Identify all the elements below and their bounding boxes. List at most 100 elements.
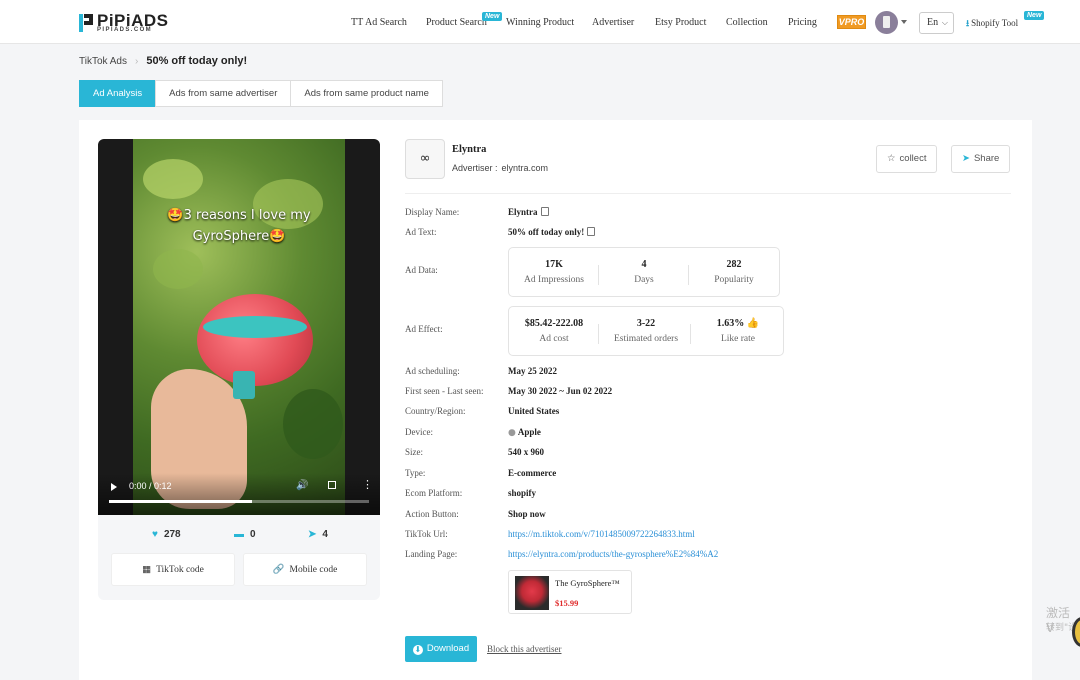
ad-impressions-metric: 17K Ad Impressions <box>509 248 599 296</box>
more-options-icon[interactable]: ⋮ <box>362 478 373 491</box>
platform-value: shopify <box>508 488 537 498</box>
tab-same-advertiser[interactable]: Ads from same advertiser <box>155 80 292 107</box>
mobile-code-button[interactable]: 🔗 Mobile code <box>243 553 367 586</box>
advertiser-domain[interactable]: elyntra.com <box>502 163 549 173</box>
download-button[interactable]: ⬇ Download <box>405 636 477 662</box>
video-frame <box>133 139 345 515</box>
comments-stat: ▬ 0 <box>234 529 256 540</box>
apple-icon: ● <box>508 428 516 438</box>
country-value: United States <box>508 406 560 416</box>
mobile-code-label: Mobile code <box>289 565 338 575</box>
nav-pricing[interactable]: Pricing <box>788 17 817 28</box>
copy-icon[interactable] <box>587 227 596 236</box>
type-value: E-commerce <box>508 468 557 478</box>
caption-line-2: GyroSphere🤩 <box>192 229 286 244</box>
thumbs-up-icon: 👍 <box>746 318 760 329</box>
estimated-orders-metric: 3-22 Estimated orders <box>601 307 691 355</box>
qr-code-icon: ▦ <box>142 564 152 575</box>
user-avatar[interactable] <box>875 11 898 34</box>
product-thumbnail <box>515 576 549 610</box>
video-caption: 🤩3 reasons I love my GyroSphere🤩 <box>98 205 380 247</box>
volume-icon[interactable]: 🔊 <box>296 480 308 491</box>
advertiser-domain-row: Advertiser : elyntra.com <box>452 163 548 173</box>
link-icon: 🔗 <box>272 564 285 575</box>
share-arrow-icon: ➤ <box>308 529 317 540</box>
nav-collection[interactable]: Collection <box>726 17 768 28</box>
caption-line-1: 🤩3 reasons I love my <box>167 208 311 223</box>
chevron-down-icon: ⌵ <box>941 18 948 27</box>
block-advertiser-link[interactable]: Block this advertiser <box>487 644 561 654</box>
advertiser-logo[interactable]: ∞ <box>405 139 445 179</box>
shopify-tool-link[interactable]: ⭳ Shopify Tool <box>966 16 1018 32</box>
ad-text-label: Ad Text: <box>405 227 437 237</box>
video-progress-fill <box>109 500 252 503</box>
nav-winning-product[interactable]: Winning Product <box>506 17 574 28</box>
breadcrumb-root[interactable]: TikTok Ads <box>79 56 127 67</box>
breadcrumb-separator: › <box>134 56 139 67</box>
shares-count: 4 <box>322 529 328 540</box>
display-name-label: Display Name: <box>405 207 460 217</box>
ad-effect-box: $85.42-222.08 Ad cost 3-22 Estimated order… <box>508 306 784 356</box>
ad-data-label: Ad Data: <box>405 265 438 275</box>
action-button-value: Shop now <box>508 509 546 519</box>
video-time: 0:00 / 0:12 <box>129 481 172 491</box>
logo-mark-icon <box>79 14 93 32</box>
ad-cost-metric: $85.42-222.08 Ad cost <box>509 307 599 355</box>
shopify-tool-label: Shopify Tool <box>971 18 1019 28</box>
device-value: ● Apple <box>508 427 541 438</box>
ad-data-box: 17K Ad Impressions 4 Days 282 Popularity <box>508 247 780 297</box>
analysis-tabs: Ad Analysis Ads from same advertiser Ads… <box>79 80 443 107</box>
landing-page-link[interactable]: https://elyntra.com/products/the-gyrosph… <box>508 549 718 559</box>
tiktok-url-link[interactable]: https://m.tiktok.com/v/71014850097222648… <box>508 529 695 539</box>
collect-label: collect <box>899 153 927 164</box>
display-name-value: Elyntra <box>508 207 549 217</box>
download-icon: ⭳ <box>966 18 970 28</box>
language-select[interactable]: En ⌵ <box>919 12 954 34</box>
send-icon: ➤ <box>962 153 970 164</box>
download-icon: ⬇ <box>412 645 423 655</box>
size-value: 540 x 960 <box>508 447 544 457</box>
likes-count: 278 <box>163 529 181 540</box>
breadcrumb: TikTok Ads › 50% off today only! <box>79 55 247 67</box>
tiktok-url-label: TikTok Url: <box>405 529 448 539</box>
fullscreen-icon[interactable] <box>328 481 336 489</box>
seen-label: First seen - Last seen: <box>405 386 484 396</box>
video-controls: 0:00 / 0:12 🔊 ⋮ <box>98 473 380 515</box>
nav-etsy-product[interactable]: Etsy Product <box>655 17 706 28</box>
video-progress-bar[interactable] <box>109 500 369 503</box>
platform-label: Ecom Platform: <box>405 488 463 498</box>
tab-same-product-name[interactable]: Ads from same product name <box>290 80 443 107</box>
heart-icon: ♥ <box>152 529 158 540</box>
nav-product-search[interactable]: Product Search <box>426 17 487 28</box>
vip-badge[interactable]: VPRO <box>837 15 866 29</box>
advertiser-name[interactable]: Elyntra <box>452 144 486 155</box>
tiktok-code-label: TikTok code <box>156 565 204 575</box>
landing-page-label: Landing Page: <box>405 549 458 559</box>
ad-text-value: 50% off today only! <box>508 227 596 237</box>
tiktok-code-button[interactable]: ▦ TikTok code <box>111 553 235 586</box>
comment-icon: ▬ <box>234 529 244 540</box>
copy-icon[interactable] <box>540 207 549 216</box>
shares-stat: ➤ 4 <box>308 529 328 540</box>
product-card[interactable]: The GyroSphere™ $15.99 <box>508 570 632 614</box>
nav-advertiser[interactable]: Advertiser <box>592 17 634 28</box>
days-metric: 4 Days <box>599 248 689 296</box>
play-icon[interactable] <box>111 483 117 491</box>
nav-tt-ad-search[interactable]: TT Ad Search <box>351 17 407 28</box>
language-value: En <box>927 17 939 28</box>
chevron-down-icon[interactable] <box>901 20 907 24</box>
type-label: Type: <box>405 468 426 478</box>
new-badge: New <box>1024 11 1045 20</box>
device-label: Device: <box>405 427 433 437</box>
ad-video-player[interactable]: 🤩3 reasons I love my GyroSphere🤩 0:00 / … <box>98 139 380 515</box>
gyrosphere-image <box>197 294 313 386</box>
scheduling-label: Ad scheduling: <box>405 366 460 376</box>
seen-value: May 30 2022 ~ Jun 02 2022 <box>508 386 613 396</box>
top-navbar: PiPiADS PIPIADS.COM TT Ad Search Product… <box>0 0 1080 44</box>
share-button[interactable]: ➤ Share <box>951 145 1011 173</box>
collect-button[interactable]: ☆ collect <box>876 145 938 173</box>
product-price: $15.99 <box>555 598 579 608</box>
tab-ad-analysis[interactable]: Ad Analysis <box>79 80 157 107</box>
advertiser-label: Advertiser : <box>452 163 498 173</box>
popularity-metric: 282 Popularity <box>714 259 754 285</box>
